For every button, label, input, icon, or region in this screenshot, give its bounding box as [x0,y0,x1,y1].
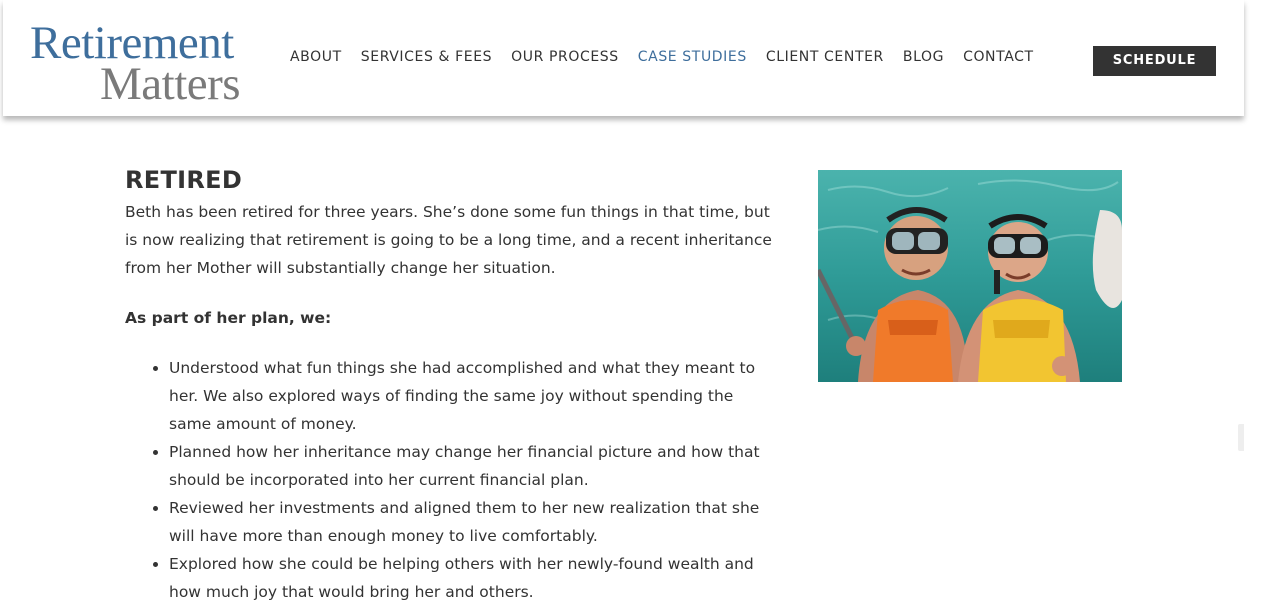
main-nav: ABOUT SERVICES & FEES OUR PROCESS CASE S… [290,49,1053,65]
list-item: Explored how she could be helping others… [169,550,779,606]
snorkelers-illustration [818,170,1122,382]
plan-heading: As part of her plan, we: [125,309,332,327]
site-logo[interactable]: Retirement Matters [30,18,270,110]
nav-item-our-process[interactable]: OUR PROCESS [511,49,619,65]
plan-list: Understood what fun things she had accom… [125,354,779,606]
list-item: Planned how her inheritance may change h… [169,438,779,494]
snorkelers-photo [818,170,1122,382]
nav-item-services-fees[interactable]: SERVICES & FEES [361,49,492,65]
list-item: Reviewed her investments and aligned the… [169,494,779,550]
logo-text-line2: Matters [100,58,241,110]
nav-item-client-center[interactable]: CLIENT CENTER [766,49,884,65]
nav-item-case-studies[interactable]: CASE STUDIES [638,49,747,65]
site-header: Retirement Matters ABOUT SERVICES & FEES… [3,0,1244,116]
section-title: RETIRED [125,166,243,194]
intro-paragraph: Beth has been retired for three years. S… [125,203,772,277]
nav-item-contact[interactable]: CONTACT [963,49,1034,65]
nav-item-about[interactable]: ABOUT [290,49,342,65]
case-study-content: RETIRED Beth has been retired for three … [125,162,785,606]
list-item: Understood what fun things she had accom… [169,354,779,438]
schedule-button[interactable]: SCHEDULE [1093,46,1216,76]
scroll-handle[interactable] [1238,424,1244,451]
nav-item-blog[interactable]: BLOG [903,49,944,65]
